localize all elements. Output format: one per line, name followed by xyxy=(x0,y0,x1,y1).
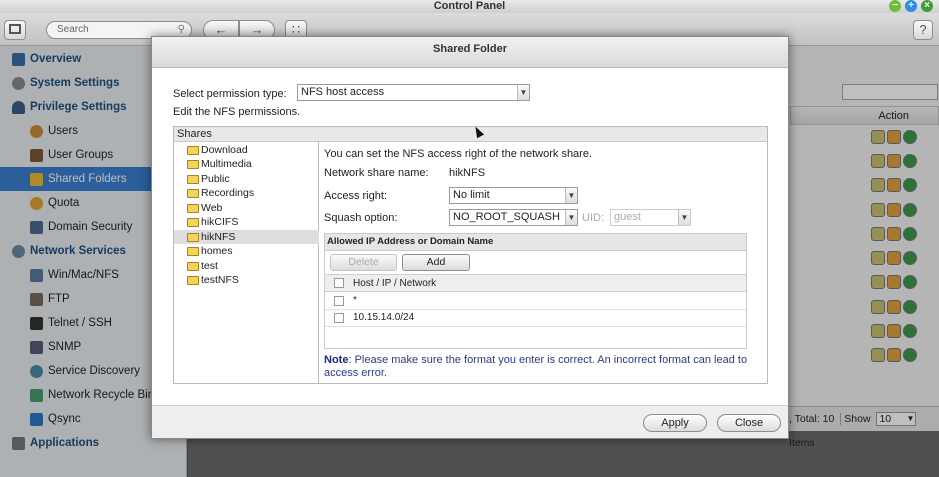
row-checkbox[interactable] xyxy=(334,313,344,323)
window-titlebar: Control Panel − + × xyxy=(0,0,939,13)
access-right-label: Access right: xyxy=(324,190,387,202)
permission-type-label: Select permission type: xyxy=(173,88,287,100)
help-icon: ? xyxy=(919,22,927,37)
dialog-footer: Apply Close xyxy=(152,405,788,438)
folder-icon xyxy=(187,218,199,227)
chevron-down-icon: ▼ xyxy=(678,210,690,225)
folder-item[interactable]: Recordings xyxy=(174,186,319,200)
select-all-checkbox[interactable] xyxy=(334,278,344,288)
back-arrow-icon: ← xyxy=(214,22,228,37)
folder-icon xyxy=(187,160,199,169)
permission-type-select[interactable]: NFS host access ▼ xyxy=(297,84,530,101)
add-button[interactable]: Add xyxy=(402,254,470,271)
folder-icon xyxy=(187,189,199,198)
close-window-icon[interactable]: × xyxy=(921,0,933,12)
home-button[interactable] xyxy=(4,20,26,40)
nfs-settings: You can set the NFS access right of the … xyxy=(320,142,767,383)
dialog-title: Shared Folder xyxy=(152,37,788,68)
format-note: Note: Please make sure the format you en… xyxy=(324,354,748,379)
help-button[interactable]: ? xyxy=(913,20,933,40)
maximize-icon[interactable]: + xyxy=(905,0,917,12)
folder-item[interactable]: hikCIFS xyxy=(174,215,319,229)
folder-item[interactable]: Public xyxy=(174,172,319,186)
chevron-down-icon: ▼ xyxy=(517,85,529,100)
squash-option-select[interactable]: NO_ROOT_SQUASH ▼ xyxy=(449,209,578,226)
minimize-icon[interactable]: − xyxy=(889,0,901,12)
share-name-label: Network share name: xyxy=(324,167,429,179)
folder-item[interactable]: Download xyxy=(174,143,319,157)
folder-item[interactable]: testNFS xyxy=(174,273,319,287)
uid-label: UID: xyxy=(582,212,604,224)
folder-tree: Download Multimedia Public Recordings We… xyxy=(174,142,319,383)
allowed-hosts-header: Allowed IP Address or Domain Name xyxy=(325,234,746,251)
grid-icon: ∷ xyxy=(291,22,301,37)
folder-icon xyxy=(187,276,199,285)
folder-item[interactable]: Web xyxy=(174,201,319,215)
hosts-table-header: Host / IP / Network xyxy=(325,274,746,292)
squash-option-label: Squash option: xyxy=(324,212,398,224)
folder-icon xyxy=(187,247,199,256)
folder-item[interactable]: test xyxy=(174,259,319,273)
edit-permissions-text: Edit the NFS permissions. xyxy=(173,106,301,118)
folder-item[interactable]: homes xyxy=(174,244,319,258)
shares-panel: Shares Download Multimedia Public Record… xyxy=(173,126,768,384)
allowed-hosts-panel: Allowed IP Address or Domain Name Delete… xyxy=(324,233,747,349)
forward-arrow-icon: → xyxy=(250,22,264,37)
folder-icon xyxy=(187,233,199,242)
nfs-intro-text: You can set the NFS access right of the … xyxy=(324,148,593,160)
window-title: Control Panel xyxy=(433,0,506,12)
apply-button[interactable]: Apply xyxy=(643,414,707,432)
delete-button[interactable]: Delete xyxy=(330,254,397,271)
folder-icon xyxy=(187,175,199,184)
shared-folder-dialog: Shared Folder Select permission type: NF… xyxy=(151,36,789,439)
shares-header: Shares xyxy=(174,127,767,142)
folder-item[interactable]: hikNFS xyxy=(174,230,319,244)
window-icon xyxy=(9,24,21,34)
uid-select[interactable]: guest ▼ xyxy=(610,209,691,226)
chevron-down-icon: ▼ xyxy=(565,210,577,225)
row-checkbox[interactable] xyxy=(334,296,344,306)
share-name-value: hikNFS xyxy=(449,167,486,179)
table-row[interactable]: 10.15.14.0/24 xyxy=(325,310,746,327)
chevron-down-icon: ▼ xyxy=(565,188,577,203)
folder-icon xyxy=(187,204,199,213)
table-row[interactable]: * xyxy=(325,293,746,310)
folder-item[interactable]: Multimedia xyxy=(174,157,319,171)
folder-icon xyxy=(187,146,199,155)
folder-icon xyxy=(187,262,199,271)
close-button[interactable]: Close xyxy=(717,414,781,432)
access-right-select[interactable]: No limit ▼ xyxy=(449,187,578,204)
